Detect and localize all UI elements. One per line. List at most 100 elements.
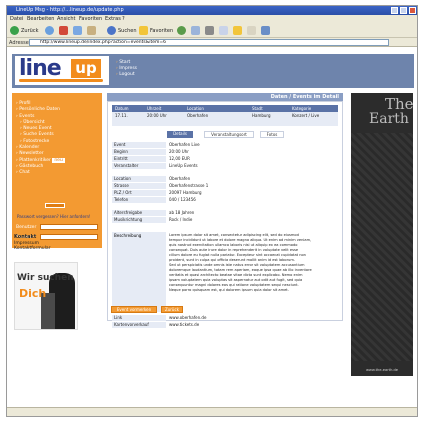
detail-row: Veranstalter LineUp Events [112,163,338,169]
refresh-icon[interactable] [73,26,82,35]
home-icon[interactable] [87,26,96,35]
sidebar-nav: Profil Persönliche Daten Events Übersich… [16,101,65,177]
description-line: Neque porro quisquam est, qui dolorem ip… [169,288,289,292]
tab-fotos[interactable]: Fotos [260,131,284,138]
recruiting-banner[interactable]: Wir suchen Dich [14,262,78,330]
detail-key: Strasse [112,183,166,189]
detail-key: PLZ / Ort [112,190,166,196]
tab-veranstaltungsort[interactable]: Veranstaltungsort [204,131,254,138]
detail-row: Location Oberhafen [112,176,338,182]
search-label[interactable]: Suchen [118,28,137,34]
sidebar-item-label: Plattenkritiker [19,157,51,163]
minimize-icon[interactable] [391,7,398,14]
detail-key: Telefon [112,197,166,203]
sidebar: Profil Persönliche Daten Events Übersich… [12,93,102,248]
browser-window: LineUp Msg - http://...lineup.de/update.… [6,5,418,417]
table-cell: 17.11. [115,113,128,118]
folder-icon[interactable] [233,26,242,35]
detail-row: Eintritt 12,00 EUR [112,156,338,162]
logo-text-line: line [19,56,62,81]
ad-banner-the-earth[interactable]: The Earth www.the-earth.de [351,93,413,376]
detail-key: Eintritt [112,156,166,162]
site-logo[interactable]: line up [15,56,109,85]
detail-value: Oberhafenstrasse 1 [169,183,209,188]
kontakt-link[interactable]: Kontaktformular [14,246,50,252]
remember-event-button[interactable]: Event vormerken [111,306,157,313]
banner-subline: Dich [19,287,47,300]
detail-link[interactable]: www.oberhafen.de [169,315,206,321]
forgot-password-link[interactable]: Passwort vergessen? Hier anfordern! [17,214,91,219]
top-navigation: Start Impress Logout [116,60,137,78]
table-cell: 20:00 Uhr [147,113,167,118]
site-header: line up Start Impress Logout [12,54,414,88]
login-user-input[interactable] [40,224,98,230]
login-user-label: Benutzer [16,225,37,230]
maximize-icon[interactable] [400,7,407,14]
column-header: Datum [115,106,129,111]
banner-word-earth: Earth [369,111,409,127]
edit-icon[interactable] [219,26,228,35]
detail-row: Event Oberhafen Live [112,142,338,148]
detail-value: Oberhafen Live [169,142,200,147]
description-label: Beschreibung [112,232,166,312]
banner-texture [351,133,413,361]
topnav-link[interactable]: Logout [116,72,137,78]
browser-titlebar: LineUp Msg - http://...lineup.de/update.… [7,6,417,15]
back-label[interactable]: Zurück [21,28,38,34]
event-table-header: Datum Uhrzeit Location Stadt Kategorie [112,105,338,112]
detail-row: Musikrichtung Rock / Indie [112,217,338,223]
screenshot: LineUp Msg - http://...lineup.de/update.… [0,0,424,425]
menu-item[interactable]: Favoriten [79,16,102,22]
detail-row: Link www.oberhafen.de [112,315,338,321]
detail-link[interactable]: www.tickets.de [169,322,199,328]
menu-item[interactable]: Bearbeiten [27,16,54,22]
kontakt-box: Kontakt Impressum Kontaktformular [14,234,50,252]
login-button[interactable] [45,203,65,208]
sidebar-item[interactable]: Persönliche Daten [16,107,65,113]
table-row[interactable]: 17.11. 20:00 Uhr Oberhafen Hamburg Konze… [112,112,338,126]
column-header: Kategorie [292,106,312,111]
detail-key: Veranstalter [112,163,166,169]
menu-item[interactable]: ? [122,16,125,22]
favorites-label[interactable]: Favoriten [150,28,173,34]
favorites-icon[interactable] [139,26,148,35]
tools-icon[interactable] [261,26,270,35]
close-icon[interactable] [409,7,416,14]
detail-value: 20:00 Uhr [169,149,189,154]
column-header: Location [187,106,204,111]
web-page: line up Start Impress Logout Profil Pers… [7,48,417,408]
detail-key: Musikrichtung [112,217,166,223]
detail-value: Rock / Indie [169,217,193,222]
banner-url: www.the-earth.de [365,368,399,372]
description-text: Lorem ipsum dolor sit amet, consectetur … [169,233,337,293]
sidebar-item[interactable]: Chat [16,170,65,176]
print-icon[interactable] [205,26,214,35]
detail-value: Oberhafen [169,176,191,181]
forward-icon[interactable] [45,26,54,35]
messenger-icon[interactable] [247,26,256,35]
detail-row: Altersfreigabe ab 18 Jahren [112,210,338,216]
event-detail-panel: Datum Uhrzeit Location Stadt Kategorie 1… [107,101,343,328]
window-title: LineUp Msg - http://...lineup.de/update.… [16,7,124,13]
mail-icon[interactable] [191,26,200,35]
new-badge: neu [52,157,65,163]
tab-details[interactable]: Details [167,131,193,138]
detail-key: Link [112,315,166,321]
detail-row: Beginn 20:00 Uhr [112,149,338,155]
detail-row: Strasse Oberhafenstrasse 1 [112,183,338,189]
menu-item[interactable]: Datei [10,16,23,22]
menu-item[interactable]: Extras [105,16,121,22]
logo-text-up: up [71,59,101,78]
address-input[interactable]: http://www.lineup.de/index.php?action=ev… [29,39,389,46]
stop-icon[interactable] [59,26,68,35]
back-icon[interactable] [10,26,19,35]
menu-item[interactable]: Ansicht [57,16,75,22]
back-button[interactable]: Zurück [161,306,183,313]
detail-key: Location [112,176,166,182]
browser-menubar: Datei Bearbeiten Ansicht Favoriten Extra… [7,15,417,23]
browser-toolbar: Zurück Suchen Favoriten [7,23,417,38]
history-icon[interactable] [177,26,186,35]
detail-value: LineUp Events [169,163,198,168]
table-cell: Konzert / Live [292,113,320,118]
search-icon[interactable] [107,26,116,35]
